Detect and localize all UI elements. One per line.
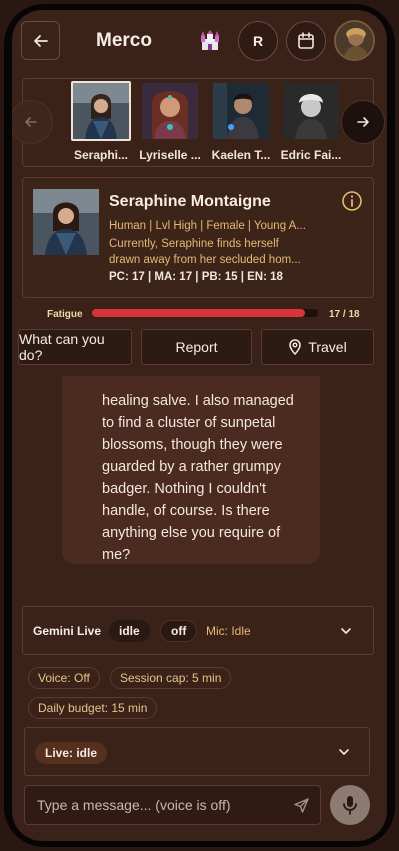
character-thumbnail <box>71 81 131 141</box>
character-name: Edric Fai... <box>280 148 342 162</box>
info-icon[interactable] <box>341 190 363 212</box>
profile-stats: PC: 17 | MA: 17 | PB: 15 | EN: 18 <box>109 271 283 283</box>
fatigue-bar-fill <box>92 309 306 317</box>
character-name: Lyriselle ... <box>139 148 201 162</box>
character-card-seraphine[interactable]: Seraphi... <box>68 81 134 162</box>
character-card-lyriselle[interactable]: Lyriselle ... <box>137 81 203 162</box>
session-cap-chip: Session cap: 5 min <box>110 667 232 689</box>
arrow-right-icon <box>357 117 369 127</box>
gemini-toggle-badge[interactable]: off <box>160 620 198 642</box>
message-line: blossoms, though they were <box>102 437 283 453</box>
message-line: to find a cluster of sunpetal <box>102 415 276 431</box>
what-can-you-do-label: What can you do? <box>19 331 105 363</box>
carousel-next-button[interactable] <box>341 100 385 144</box>
fatigue-value: 17 / 18 <box>329 309 360 320</box>
profile-description-line1: Currently, Seraphine finds herself <box>109 238 279 250</box>
profile-description-line2: drawn away from her secluded hom... <box>109 254 301 266</box>
voice-chip: Voice: Off <box>28 667 100 689</box>
r-button-label: R <box>252 33 264 49</box>
castle-icon[interactable] <box>199 30 221 52</box>
avatar-portrait <box>336 22 373 59</box>
page-title: Merco <box>96 30 152 51</box>
app-header: Merco R <box>12 10 387 72</box>
profile-name: Seraphine Montaigne <box>109 193 271 210</box>
gemini-live-panel[interactable]: Gemini Live idle off Mic: Idle <box>22 606 374 655</box>
chevron-down-icon[interactable] <box>339 624 353 638</box>
message-composer <box>24 785 321 825</box>
send-icon[interactable] <box>293 797 310 814</box>
message-line: anything else you require of <box>102 525 281 541</box>
character-thumbnail <box>211 81 271 141</box>
app-screen: Merco R Seraphi... Lyriselle ... Kaelen … <box>12 10 387 841</box>
message-line: handle, of course. Is there <box>102 503 270 519</box>
message-line: badger. Nothing I couldn't <box>102 481 266 497</box>
travel-label: Travel <box>308 339 347 355</box>
profile-tags: Human | Lvl High | Female | Young A... <box>109 220 306 232</box>
gemini-live-label: Gemini Live <box>33 624 102 638</box>
microphone-icon <box>343 796 357 815</box>
message-line: me? <box>102 547 131 563</box>
carousel-prev-button[interactable] <box>12 100 53 144</box>
live-status-badge: Live: idle <box>35 742 108 764</box>
character-card-edric[interactable]: Edric Fai... <box>278 81 344 162</box>
user-avatar[interactable] <box>334 20 375 61</box>
character-name: Seraphi... <box>73 148 129 162</box>
chevron-down-icon[interactable] <box>337 745 351 759</box>
calendar-icon <box>298 32 314 49</box>
chat-message-bubble: healing salve. I also managed to find a … <box>62 376 320 564</box>
message-line: healing salve. I also managed <box>102 393 294 409</box>
message-input[interactable] <box>25 786 285 824</box>
arrow-left-icon <box>25 117 37 127</box>
fatigue-label: Fatigue <box>47 309 83 320</box>
what-can-you-do-button[interactable]: What can you do? <box>18 329 132 365</box>
profile-portrait <box>33 189 99 255</box>
calendar-button[interactable] <box>286 21 326 61</box>
daily-budget-chip: Daily budget: 15 min <box>28 697 158 719</box>
character-card-kaelen[interactable]: Kaelen T... <box>208 81 274 162</box>
r-button[interactable]: R <box>238 21 278 61</box>
report-label: Report <box>175 339 218 355</box>
gemini-state-badge: idle <box>109 620 150 642</box>
character-profile-card: Seraphine Montaigne Human | Lvl High | F… <box>22 177 374 298</box>
back-button[interactable] <box>21 21 60 60</box>
character-name: Kaelen T... <box>211 148 271 162</box>
travel-button[interactable]: Travel <box>261 329 374 365</box>
mic-button[interactable] <box>330 785 370 825</box>
message-line: guarded by a rather grumpy <box>102 459 281 475</box>
report-button[interactable]: Report <box>141 329 252 365</box>
arrow-left-icon <box>33 34 48 47</box>
character-thumbnail <box>281 81 341 141</box>
map-pin-icon <box>289 339 302 355</box>
character-thumbnail <box>140 81 200 141</box>
mic-status: Mic: Idle <box>206 624 251 638</box>
character-carousel: Seraphi... Lyriselle ... Kaelen T... Edr… <box>12 78 385 167</box>
fatigue-bar <box>92 309 318 317</box>
live-status-panel[interactable]: Live: idle <box>24 727 370 776</box>
